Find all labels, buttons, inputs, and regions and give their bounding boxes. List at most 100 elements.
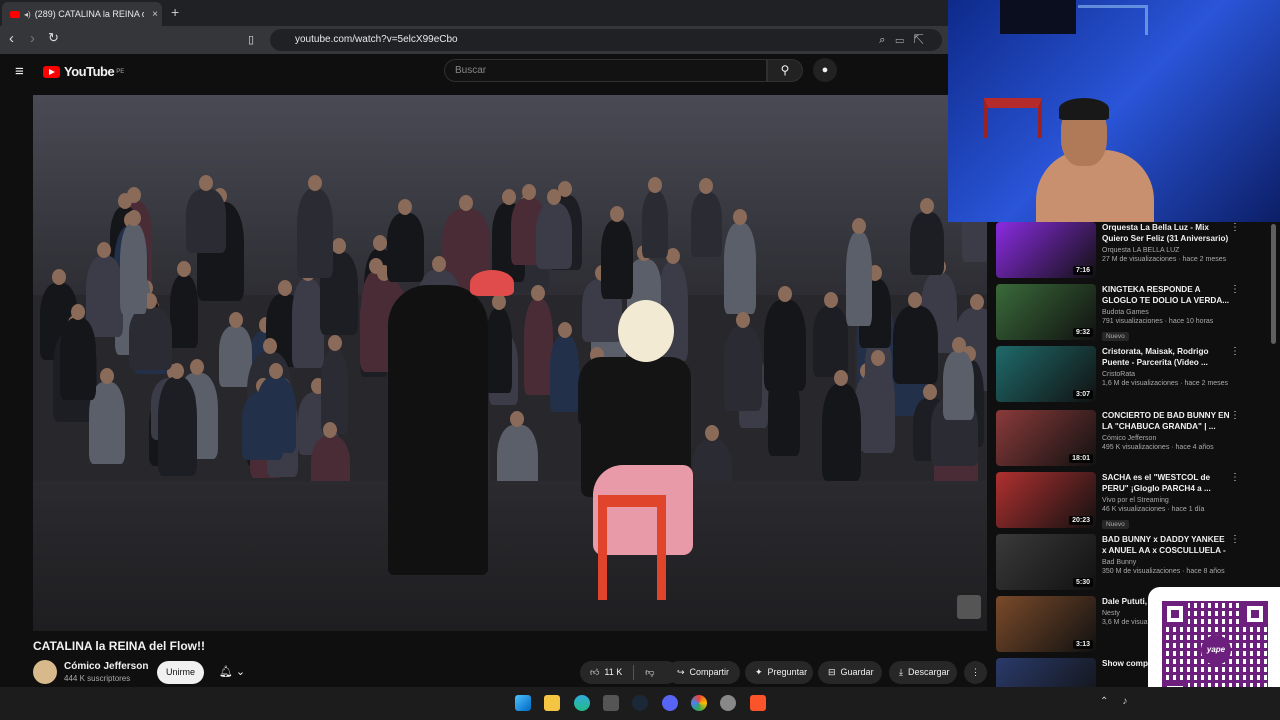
address-bar: ‹ › ↻ ▯ youtube.com/watch?v=5elcX99eCbo … — [0, 26, 948, 54]
ask-button[interactable]: ✦ Preguntar — [745, 661, 813, 684]
recommendation-title[interactable]: KINGTEKA RESPONDE A GLOGLO TE DOLIO LA V… — [1102, 284, 1230, 306]
steam-icon[interactable] — [632, 695, 648, 711]
recommendation-meta: Orquesta La Bella Luz - Mix Quiero Ser F… — [1096, 222, 1230, 280]
crowd-face — [510, 410, 525, 427]
store-icon[interactable] — [603, 695, 619, 711]
recommendation-thumbnail[interactable]: 5:30 — [996, 534, 1096, 590]
video-player[interactable] — [33, 95, 987, 631]
recommendation-title[interactable]: SACHA es el "WESTCOL de PERU" ¡Gloglo PA… — [1102, 472, 1230, 494]
crowd-face — [969, 293, 984, 310]
bookmark-icon[interactable]: ▯ — [248, 33, 254, 46]
url-actions[interactable]: ⌕▭⇱ — [879, 29, 934, 51]
video-performer — [388, 285, 488, 575]
recommendation-title[interactable]: Cristorata, Maisak, Rodrigo Puente - Par… — [1102, 346, 1230, 368]
recommendation-channel[interactable]: Bad Bunny — [1102, 559, 1230, 566]
recommendation-thumbnail[interactable]: 7:16 — [996, 222, 1096, 278]
more-icon[interactable]: ⋮ — [1230, 534, 1240, 545]
recommendation-thumbnail[interactable]: 3:13 — [996, 596, 1096, 652]
recommendation-item[interactable]: 5:30 BAD BUNNY x DADDY YANKEE x ANUEL AA … — [996, 534, 1266, 592]
recommendation-item[interactable]: 20:23 SACHA es el "WESTCOL de PERU" ¡Glog… — [996, 472, 1266, 530]
recommendation-thumbnail[interactable]: 3:07 — [996, 346, 1096, 402]
crowd-figure — [690, 192, 723, 258]
discord-icon[interactable] — [662, 695, 678, 711]
search-input[interactable]: Buscar — [444, 59, 767, 82]
new-tab-button[interactable]: + — [171, 4, 179, 20]
download-button[interactable]: ⤓ Descargar — [889, 661, 957, 684]
join-button[interactable]: Unirme — [157, 661, 204, 684]
crowd-face — [647, 177, 662, 193]
video-duration: 3:07 — [1072, 390, 1093, 399]
new-badge: Nuevo — [1102, 332, 1129, 341]
file-explorer-icon[interactable] — [544, 695, 560, 711]
voice-search-button[interactable]: ● — [813, 58, 837, 82]
obs-icon[interactable] — [720, 695, 736, 711]
recommendation-title[interactable]: BAD BUNNY x DADDY YANKEE x ANUEL AA x CO… — [1102, 534, 1230, 556]
recommendation-channel[interactable]: Orquesta LA BELLA LUZ — [1102, 247, 1230, 254]
share-button[interactable]: ↪ Compartir — [667, 661, 740, 684]
recommendation-thumbnail[interactable]: 18:01 — [996, 410, 1096, 466]
recommendation-thumbnail[interactable]: 20:23 — [996, 472, 1096, 528]
save-button[interactable]: ⊟ Guardar — [818, 661, 882, 684]
forward-icon[interactable]: › — [30, 30, 35, 47]
recommendation-item[interactable]: 18:01 CONCIERTO DE BAD BUNNY EN LA "CHABU… — [996, 410, 1266, 468]
more-actions-button[interactable]: ⋮ — [964, 661, 987, 684]
crowd-face — [923, 383, 938, 400]
video-duration: 3:13 — [1072, 640, 1093, 649]
chrome-icon[interactable] — [691, 695, 707, 711]
notifications-button[interactable]: 🔔︎ ⌄ — [211, 661, 253, 684]
scrollbar[interactable] — [1271, 224, 1276, 344]
crowd-face — [262, 338, 277, 355]
more-icon[interactable]: ⋮ — [1230, 472, 1240, 483]
crowd-face — [705, 425, 719, 442]
edge-icon[interactable] — [574, 695, 590, 711]
system-tray[interactable]: ⌃♪ — [1100, 696, 1141, 707]
more-icon[interactable]: ⋮ — [1230, 346, 1240, 357]
channel-name[interactable]: Cómico Jefferson — [64, 661, 148, 672]
thumbs-down-icon[interactable]: 👎︎ — [645, 661, 654, 684]
crowd-figure — [942, 350, 975, 421]
share-icon: ↪ — [677, 667, 685, 677]
channel-watermark[interactable] — [957, 595, 981, 619]
recommendation-channel[interactable]: Cómico Jefferson — [1102, 435, 1230, 442]
crowd-figure — [601, 219, 633, 299]
crowd-figure — [724, 326, 762, 411]
back-icon[interactable]: ‹ — [9, 30, 14, 47]
crowd-face — [398, 198, 413, 215]
recommendation-title[interactable]: Orquesta La Bella Luz - Mix Quiero Ser F… — [1102, 222, 1230, 244]
more-icon[interactable]: ⋮ — [1230, 284, 1240, 295]
windows-start-icon[interactable] — [515, 695, 531, 711]
mic-icon: ● — [821, 64, 829, 76]
crowd-figure — [186, 189, 226, 253]
more-icon[interactable]: ⋮ — [1230, 222, 1240, 233]
recommendation-item[interactable]: 3:07 Cristorata, Maisak, Rodrigo Puente -… — [996, 346, 1266, 404]
recommendation-stats: 350 M de visualizaciones · hace 8 años — [1102, 568, 1225, 575]
recommendation-thumbnail[interactable]: 9:32 — [996, 284, 1096, 340]
crowd-figure — [157, 377, 197, 476]
more-icon[interactable]: ⋮ — [1230, 410, 1240, 421]
like-dislike-button[interactable]: 👍︎ 11 K 👎︎ — [580, 661, 678, 684]
recommendation-item[interactable]: 9:32 KINGTEKA RESPONDE A GLOGLO TE DOLIO … — [996, 284, 1266, 342]
browser-tab[interactable]: ◂) (289) CATALINA la REINA del Flow!! - … — [2, 2, 162, 26]
video-red-stool — [598, 495, 666, 600]
video-ground — [33, 481, 987, 631]
recommendation-item[interactable]: 7:16 Orquesta La Bella Luz - Mix Quiero S… — [996, 222, 1266, 280]
recommendation-title[interactable]: CONCIERTO DE BAD BUNNY EN LA "CHABUCA GR… — [1102, 410, 1230, 432]
recommendation-channel[interactable]: Vivo por el Streaming — [1102, 497, 1230, 504]
youtube-logo[interactable]: YouTube PE — [43, 64, 124, 79]
tab-close-icon[interactable]: × — [148, 9, 162, 20]
reload-icon[interactable]: ↻ — [48, 30, 59, 46]
crowd-face — [823, 292, 838, 309]
url-field[interactable]: youtube.com/watch?v=5elcX99eCbo ⌕▭⇱ — [270, 29, 942, 51]
recommendation-channel[interactable]: Budota Games — [1102, 309, 1230, 316]
crowd-figure — [846, 232, 873, 327]
menu-icon[interactable]: ≡ — [15, 63, 24, 80]
recommendation-channel[interactable]: CristoRata — [1102, 371, 1230, 378]
search-button[interactable]: ⚲ — [767, 59, 803, 82]
channel-avatar[interactable] — [33, 660, 57, 684]
bookmark-save-icon: ⊟ — [828, 667, 836, 677]
audio-playing-icon[interactable]: ◂) — [24, 10, 31, 19]
recommendation-thumbnail[interactable] — [996, 658, 1096, 687]
qr-eye — [1162, 601, 1188, 627]
crowd-figure — [169, 274, 199, 348]
brave-icon[interactable] — [750, 695, 766, 711]
